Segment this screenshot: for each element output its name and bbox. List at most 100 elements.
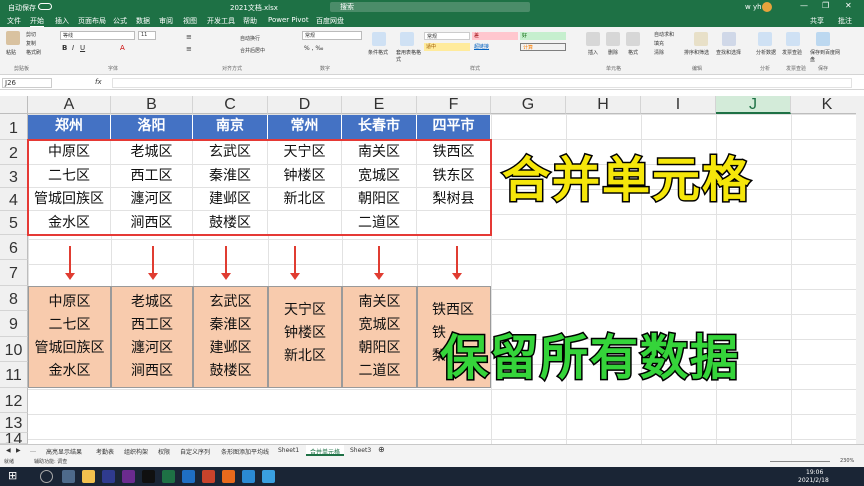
format-cells-button[interactable]: 格式 [628, 49, 638, 56]
insert-cells-icon[interactable] [586, 32, 600, 46]
baidu-save-button[interactable]: 保存到百度网盘 [810, 49, 844, 63]
col-header-i[interactable]: I [641, 96, 716, 114]
row-header-11[interactable]: 11 [0, 362, 28, 388]
col-header-c[interactable]: C [193, 96, 268, 114]
merged-cell-c[interactable]: 玄武区 秦淮区 建邺区 鼓楼区 [193, 286, 268, 388]
prev-sheet-icon[interactable]: ◀ [6, 447, 11, 454]
zoom-level[interactable]: 230% [840, 458, 854, 464]
menu-file[interactable]: 文件 [7, 16, 21, 26]
underline-icon[interactable]: U [80, 44, 85, 52]
menu-developer[interactable]: 开发工具 [207, 16, 235, 26]
app-icon[interactable] [222, 470, 235, 483]
task-view-icon[interactable] [62, 470, 75, 483]
merged-cell-b[interactable]: 老城区 西工区 瀍河区 涧西区 [111, 286, 193, 388]
col-header-b[interactable]: B [111, 96, 193, 114]
format-cells-icon[interactable] [626, 32, 640, 46]
row-header-7[interactable]: 7 [0, 260, 28, 286]
format-painter-button[interactable]: 格式刷 [26, 49, 41, 56]
clock-time[interactable]: 19:06 [806, 469, 823, 476]
insert-cells-button[interactable]: 插入 [588, 49, 598, 56]
sheet-tab-7[interactable]: Sheet1 [278, 447, 299, 454]
sheet-tab-2[interactable]: 考勤表 [96, 447, 114, 456]
app-icon[interactable] [262, 470, 275, 483]
font-size-select[interactable]: 11 [138, 31, 156, 40]
powerpoint-icon[interactable] [202, 470, 215, 483]
format-table-button[interactable]: 套用表格格式 [396, 49, 424, 63]
sheet-tab-5[interactable]: 自定义序列 [180, 447, 210, 456]
copy-button[interactable]: 复制 [26, 40, 36, 47]
col-header-h[interactable]: H [566, 96, 641, 114]
header-cell-b1[interactable]: 洛阳 [111, 115, 193, 140]
row-header-12[interactable]: 12 [0, 388, 28, 413]
menu-insert[interactable]: 插入 [55, 16, 69, 26]
status-accessibility[interactable]: 辅助功能: 调查 [34, 458, 67, 465]
comments-button[interactable]: 批注 [838, 16, 852, 26]
col-header-a[interactable]: A [28, 96, 111, 114]
vertical-scrollbar[interactable] [856, 96, 864, 444]
formula-input[interactable] [112, 78, 852, 88]
sort-filter-button[interactable]: 排序和筛选 [684, 49, 709, 56]
col-header-e[interactable]: E [342, 96, 417, 114]
invoice-check-button[interactable]: 发票查验 [782, 49, 802, 56]
sheet-tab-9[interactable]: Sheet3 [350, 447, 371, 454]
sort-filter-icon[interactable] [694, 32, 708, 46]
col-header-d[interactable]: D [268, 96, 342, 114]
bold-icon[interactable]: B [62, 44, 67, 52]
paste-icon[interactable] [6, 31, 20, 45]
restore-icon[interactable]: ❐ [822, 1, 829, 10]
media-player-icon[interactable] [142, 470, 155, 483]
share-button[interactable]: 共享 [810, 16, 824, 26]
header-cell-a1[interactable]: 郑州 [28, 115, 111, 140]
wrap-text-button[interactable]: 自动换行 [240, 35, 260, 42]
col-header-j[interactable]: J [716, 96, 791, 114]
align-left-icon[interactable]: ≡ [186, 45, 192, 53]
merge-center-button[interactable]: 合并后居中 [240, 47, 265, 54]
menu-baidu[interactable]: 百度网盘 [316, 16, 344, 26]
find-select-button[interactable]: 查找和选择 [716, 49, 741, 56]
autosave-toggle[interactable] [38, 3, 52, 10]
menu-power-pivot[interactable]: Power Pivot [268, 16, 309, 24]
row-header-14[interactable]: 14 [0, 433, 28, 444]
menu-review[interactable]: 审阅 [159, 16, 173, 26]
row-header-13[interactable]: 13 [0, 413, 28, 433]
font-name-select[interactable]: 等线 [60, 31, 135, 40]
header-cell-f1[interactable]: 四平市 [417, 115, 491, 140]
currency-icon[interactable]: % , ‰ [304, 45, 323, 52]
conditional-format-icon[interactable] [372, 32, 386, 46]
word-icon[interactable] [182, 470, 195, 483]
sheet-tab-6[interactable]: 条形图添加平均线 [221, 447, 269, 456]
select-all-corner[interactable] [0, 96, 28, 114]
row-header-1[interactable]: 1 [0, 114, 28, 140]
merged-cell-d[interactable]: 天宁区 钟楼区 新北区 [268, 286, 342, 388]
premiere-pro-icon[interactable] [122, 470, 135, 483]
autosave-label[interactable]: 自动保存 [8, 3, 36, 13]
format-table-icon[interactable] [400, 32, 414, 46]
clear-button[interactable]: 清除 [654, 49, 664, 56]
row-header-2[interactable]: 2 [0, 140, 28, 165]
conditional-format-button[interactable]: 条件格式 [368, 49, 388, 56]
align-top-icon[interactable]: ≡ [186, 33, 192, 41]
menu-help[interactable]: 帮助 [243, 16, 257, 26]
user-name[interactable]: w yh [745, 3, 762, 11]
fx-icon[interactable]: fx [95, 78, 102, 86]
row-header-6[interactable]: 6 [0, 235, 28, 260]
delete-cells-icon[interactable] [606, 32, 620, 46]
row-header-9[interactable]: 9 [0, 311, 28, 337]
name-box[interactable]: J26 [2, 78, 52, 88]
windows-start-icon[interactable]: ⊞ [8, 469, 17, 482]
menu-data[interactable]: 数据 [136, 16, 150, 26]
delete-cells-button[interactable]: 删除 [608, 49, 618, 56]
col-header-f[interactable]: F [417, 96, 491, 114]
cut-button[interactable]: 剪切 [26, 31, 36, 38]
row-header-4[interactable]: 4 [0, 188, 28, 211]
baidu-save-icon[interactable] [816, 32, 830, 46]
analyze-data-button[interactable]: 分析数据 [756, 49, 776, 56]
col-header-k[interactable]: K [791, 96, 864, 114]
sheet-tab-1[interactable]: 高亮显示结果 [46, 447, 82, 456]
premiere-icon[interactable] [102, 470, 115, 483]
app-icon[interactable] [242, 470, 255, 483]
header-cell-e1[interactable]: 长春市 [342, 115, 417, 140]
row-header-3[interactable]: 3 [0, 165, 28, 188]
menu-view[interactable]: 视图 [183, 16, 197, 26]
row-header-8[interactable]: 8 [0, 286, 28, 311]
